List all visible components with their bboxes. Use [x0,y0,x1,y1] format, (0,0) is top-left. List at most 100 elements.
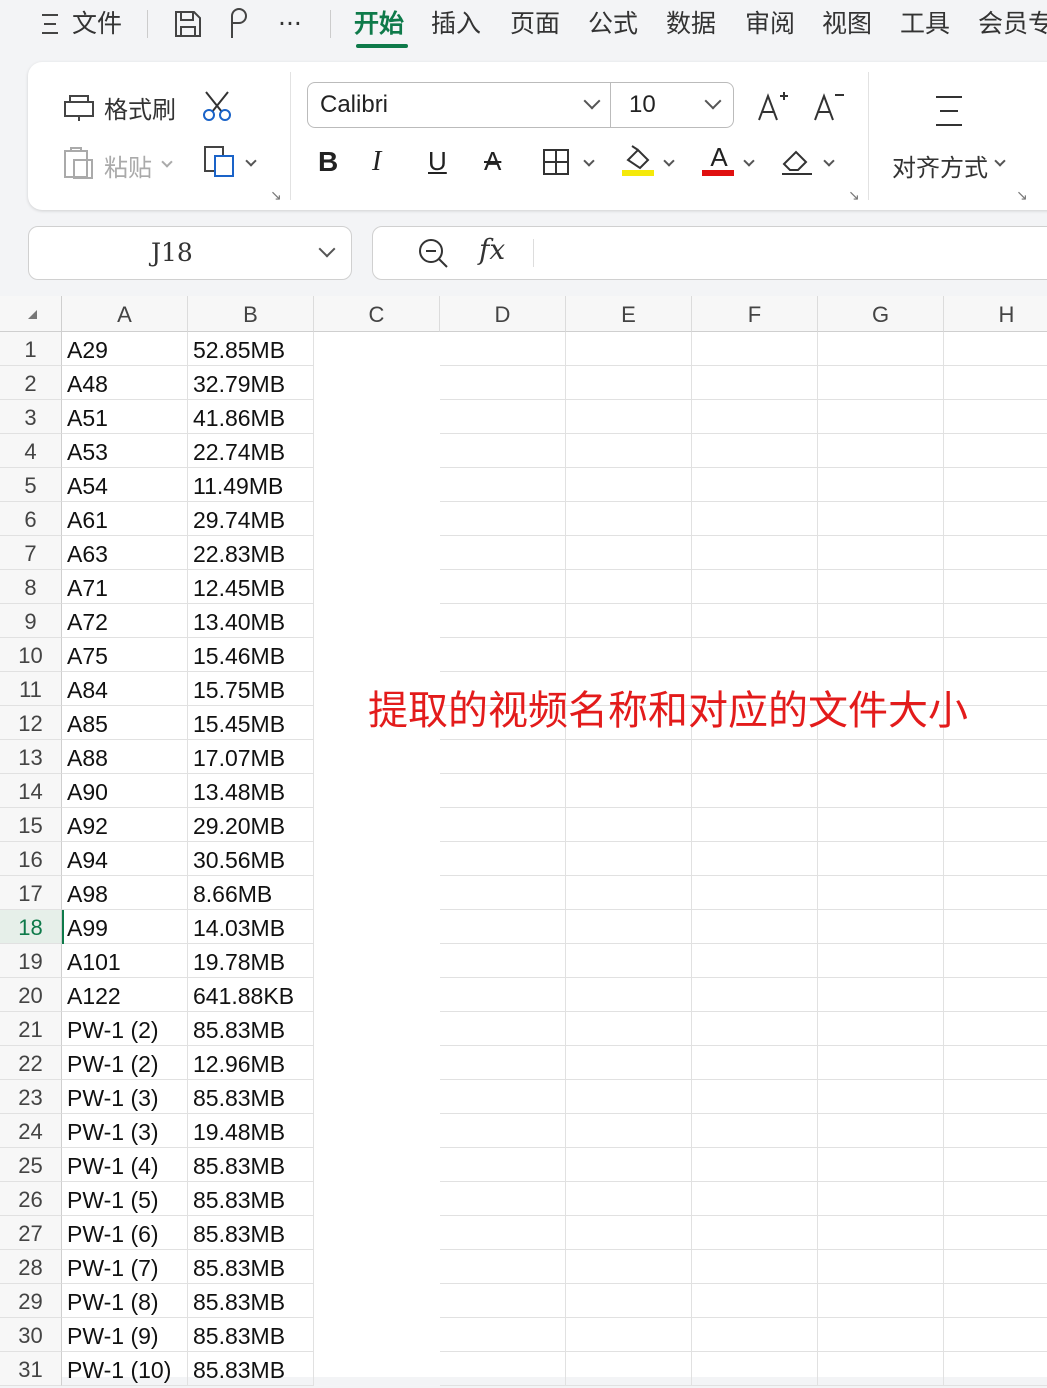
cell-empty[interactable] [944,944,1047,978]
row-header[interactable]: 16 [0,842,62,876]
cell-size[interactable]: 85.83MB [188,1216,314,1250]
cell-empty[interactable] [944,1250,1047,1284]
cell-empty[interactable] [818,876,944,910]
cell-empty[interactable] [692,740,818,774]
cell-name[interactable]: A92 [62,808,188,842]
cell-empty[interactable] [818,1114,944,1148]
column-header-b[interactable]: B [188,296,314,332]
row-header[interactable]: 18 [0,910,62,944]
format-painter-icon[interactable] [62,90,96,122]
cell-empty[interactable] [818,536,944,570]
row-header[interactable]: 27 [0,1216,62,1250]
cell-empty[interactable] [692,1114,818,1148]
row-header[interactable]: 10 [0,638,62,672]
cell-empty[interactable] [440,1216,566,1250]
cell-empty[interactable] [566,1318,692,1352]
row-header[interactable]: 21 [0,1012,62,1046]
cell-empty[interactable] [944,570,1047,604]
cell-empty[interactable] [440,1250,566,1284]
cell-size[interactable]: 85.83MB [188,1148,314,1182]
cell-empty[interactable] [566,1148,692,1182]
cell-empty[interactable] [566,1250,692,1284]
row-header[interactable]: 19 [0,944,62,978]
cell-empty[interactable] [692,604,818,638]
cell-name[interactable]: PW-1 (6) [62,1216,188,1250]
cell-name[interactable]: A71 [62,570,188,604]
cell-empty[interactable] [944,1216,1047,1250]
format-painter-button[interactable]: 格式刷 [104,90,176,125]
row-header[interactable]: 6 [0,502,62,536]
cell-empty[interactable] [440,332,566,366]
alignment-dropdown-icon[interactable] [994,155,1006,167]
alignment-button[interactable]: 对齐方式 [892,148,988,183]
row-header[interactable]: 29 [0,1284,62,1318]
alignment-launcher-icon[interactable]: ↘ [1016,188,1028,204]
cell-empty[interactable] [818,1182,944,1216]
cell-empty[interactable] [944,638,1047,672]
cell-name[interactable]: A72 [62,604,188,638]
row-header[interactable]: 30 [0,1318,62,1352]
cell-empty[interactable] [440,842,566,876]
cell-empty[interactable] [566,366,692,400]
cell-name[interactable]: A122 [62,978,188,1012]
cell-empty[interactable] [566,1080,692,1114]
cell-empty[interactable] [692,1250,818,1284]
cell-size[interactable]: 15.45MB [188,706,314,740]
cell-empty[interactable] [818,366,944,400]
cell-empty[interactable] [566,604,692,638]
cell-name[interactable]: A29 [62,332,188,366]
cell-empty[interactable] [440,468,566,502]
cell-name[interactable]: A48 [62,366,188,400]
bold-icon[interactable]: B [318,146,344,177]
column-header-g[interactable]: G [818,296,944,332]
cell-empty[interactable] [440,1318,566,1352]
cell-empty[interactable] [944,536,1047,570]
cell-empty[interactable] [944,1114,1047,1148]
row-header[interactable]: 26 [0,1182,62,1216]
cell-empty[interactable] [944,1148,1047,1182]
more-icon[interactable]: ··· [278,6,302,42]
row-header[interactable]: 11 [0,672,62,706]
cell-empty[interactable] [692,910,818,944]
row-header[interactable]: 12 [0,706,62,740]
tab-view[interactable]: 视图 [822,6,872,42]
cell-size[interactable]: 12.45MB [188,570,314,604]
row-header[interactable]: 28 [0,1250,62,1284]
cell-empty[interactable] [818,434,944,468]
cell-empty[interactable] [818,1352,944,1386]
row-header[interactable]: 25 [0,1148,62,1182]
cell-size[interactable]: 13.40MB [188,604,314,638]
cell-empty[interactable] [944,774,1047,808]
tab-formula[interactable]: 公式 [588,6,638,42]
font-size-select[interactable]: 10 [610,82,734,128]
cell-empty[interactable] [944,1012,1047,1046]
clipboard-launcher-icon[interactable]: ↘ [270,188,282,204]
paste-icon[interactable] [62,146,96,180]
tab-home[interactable]: 开始 [354,6,404,42]
cell-size[interactable]: 41.86MB [188,400,314,434]
strikethrough-icon[interactable]: A [484,146,510,176]
name-box[interactable]: J18 [28,226,352,280]
cell-size[interactable]: 85.83MB [188,1284,314,1318]
cell-size[interactable]: 85.83MB [188,1012,314,1046]
cell-empty[interactable] [440,1114,566,1148]
cell-name[interactable]: PW-1 (5) [62,1182,188,1216]
cell-empty[interactable] [440,366,566,400]
row-header[interactable]: 20 [0,978,62,1012]
cell-name[interactable]: A98 [62,876,188,910]
save-icon[interactable] [172,8,204,40]
cell-empty[interactable] [818,740,944,774]
cell-size[interactable]: 85.83MB [188,1318,314,1352]
row-header[interactable]: 2 [0,366,62,400]
tab-insert[interactable]: 插入 [431,6,481,42]
cell-empty[interactable] [440,1148,566,1182]
column-header-c[interactable]: C [314,296,440,332]
cell-empty[interactable] [944,400,1047,434]
cell-size[interactable]: 19.48MB [188,1114,314,1148]
cell-empty[interactable] [818,1318,944,1352]
cell-empty[interactable] [818,944,944,978]
cell-size[interactable]: 15.46MB [188,638,314,672]
tab-review[interactable]: 审阅 [745,6,795,42]
cell-empty[interactable] [692,332,818,366]
row-header[interactable]: 5 [0,468,62,502]
